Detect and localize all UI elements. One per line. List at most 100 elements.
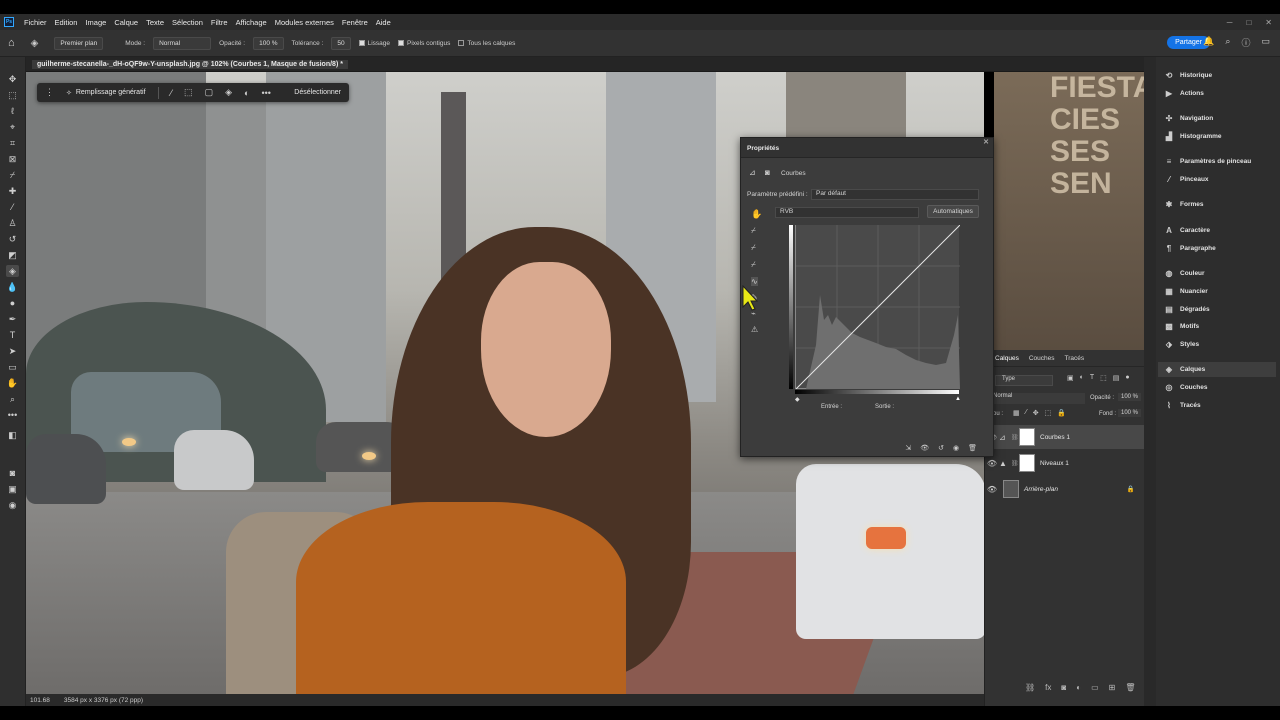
dock-formes[interactable]: ✱ Formes xyxy=(1164,200,1204,209)
black-point-eyedropper-icon[interactable]: ⌿ xyxy=(751,226,758,236)
menu-selection[interactable]: Sélection xyxy=(168,18,207,27)
drag-handle-icon[interactable]: ⋮ xyxy=(45,87,54,98)
zoom-tool-icon[interactable]: ⌕ xyxy=(6,393,19,405)
filter-adjust-icon[interactable]: ◐ xyxy=(1080,374,1084,382)
background-thumbnail[interactable] xyxy=(1003,480,1019,498)
type-tool-icon[interactable]: T xyxy=(6,329,19,341)
chain-icon[interactable]: ⛓ xyxy=(1011,434,1019,441)
fill-field[interactable]: 100 % xyxy=(1118,409,1142,417)
eraser-tool-icon[interactable]: ◩ xyxy=(6,249,19,261)
dock-parametres-pinceau[interactable]: ≡ Paramètres de pinceau xyxy=(1164,157,1252,166)
invert-icon[interactable]: ◐ xyxy=(244,88,249,98)
layer-mask-thumbnail[interactable] xyxy=(1019,454,1035,472)
help-icon[interactable]: ⓘ xyxy=(1241,36,1250,49)
view-previous-icon[interactable]: 👁 xyxy=(920,444,929,452)
visibility-icon[interactable]: ◉ xyxy=(953,444,959,452)
dock-couleur[interactable]: ◍ Couleur xyxy=(1164,269,1205,278)
channel-dropdown[interactable]: RVB xyxy=(775,207,919,218)
layer-row-background[interactable]: 👁 Arrière-plan 🔒 xyxy=(985,477,1145,501)
white-point-slider[interactable]: ▲ xyxy=(955,396,961,402)
black-point-slider[interactable]: ◆ xyxy=(795,396,800,403)
bell-icon[interactable]: 🔔 xyxy=(1203,36,1214,49)
layer-filter-dropdown[interactable]: Type xyxy=(995,375,1053,386)
ai-tool-icon[interactable]: ◉ xyxy=(6,499,19,511)
search-icon[interactable]: ⌕ xyxy=(1225,36,1230,49)
dock-navigation[interactable]: ✣ Navigation xyxy=(1164,114,1214,123)
layer-row-courbes[interactable]: 👁 ⊿ ⛓ Courbes 1 xyxy=(985,425,1145,449)
lissage-checkbox[interactable]: Lissage xyxy=(358,40,390,47)
tab-calques[interactable]: Calques xyxy=(995,355,1019,362)
history-brush-tool-icon[interactable]: ↺ xyxy=(6,233,19,245)
lock-move-icon[interactable]: ✥ xyxy=(1033,409,1039,417)
filter-toggle-icon[interactable]: ● xyxy=(1125,374,1129,382)
eyedropper-tool-icon[interactable]: ⌿ xyxy=(6,169,19,181)
curves-icon[interactable]: ⊿ xyxy=(749,168,756,177)
lock-pixels-icon[interactable]: ▦ xyxy=(1013,409,1020,417)
fill-icon[interactable]: ◈ xyxy=(225,87,232,98)
frame-tool-icon[interactable]: ⊠ xyxy=(6,153,19,165)
screen-mode-icon[interactable]: ▣ xyxy=(6,483,19,495)
path-select-tool-icon[interactable]: ➤ xyxy=(6,345,19,357)
chain-icon[interactable]: ⛓ xyxy=(1011,460,1019,467)
layer-opacity-field[interactable]: 100 % xyxy=(1118,393,1142,401)
document-dimensions[interactable]: 3584 px x 3376 px (72 ppp) xyxy=(64,697,143,704)
dodge-tool-icon[interactable]: ● xyxy=(6,297,19,309)
color-swatches-icon[interactable]: ◧ xyxy=(6,429,19,441)
clipping-warning-icon[interactable]: ⚠ xyxy=(751,325,758,334)
quick-select-tool-icon[interactable]: ⌖ xyxy=(6,121,19,133)
reset-icon[interactable]: ↺ xyxy=(938,444,944,452)
minimize-icon[interactable]: ─ xyxy=(1227,18,1233,27)
workspace-icon[interactable]: ▭ xyxy=(1261,36,1270,49)
new-layer-icon[interactable]: ⊞ xyxy=(1109,683,1116,692)
filter-pixel-icon[interactable]: ▣ xyxy=(1067,374,1074,382)
more-tools-icon[interactable]: ••• xyxy=(6,409,19,421)
zoom-level[interactable]: 101.68 xyxy=(30,697,50,704)
deselect-button[interactable]: Désélectionner xyxy=(294,89,341,96)
filter-shape-icon[interactable]: ⬚ xyxy=(1100,374,1107,382)
layer-row-niveaux[interactable]: 👁 ▲ ⛓ Niveaux 1 xyxy=(985,451,1145,475)
menu-calque[interactable]: Calque xyxy=(110,18,142,27)
lock-paint-icon[interactable]: ⁄ xyxy=(1026,409,1027,417)
layer-name[interactable]: Arrière-plan xyxy=(1024,486,1058,493)
blend-mode-dropdown[interactable]: Normal xyxy=(989,393,1085,404)
menu-modules-externes[interactable]: Modules externes xyxy=(271,18,338,27)
dock-historique[interactable]: ⟲ Historique xyxy=(1164,71,1213,80)
filter-type-icon[interactable]: T xyxy=(1090,374,1094,382)
link-layers-icon[interactable]: ⛓ xyxy=(1025,683,1035,692)
menu-fichier[interactable]: Fichier xyxy=(20,18,51,27)
mask-icon[interactable]: ▢ xyxy=(205,87,214,98)
menu-fenetre[interactable]: Fenêtre xyxy=(338,18,372,27)
shape-tool-icon[interactable]: ▭ xyxy=(6,361,19,373)
add-mask-icon[interactable]: ◙ xyxy=(1061,683,1066,692)
dock-calques[interactable]: ◈ Calques xyxy=(1158,362,1276,377)
hand-tool-icon[interactable]: ✋ xyxy=(6,377,19,389)
gray-point-eyedropper-icon[interactable]: ⌿ xyxy=(751,243,758,253)
dock-traces[interactable]: ⌇ Tracés xyxy=(1164,401,1201,410)
healing-tool-icon[interactable]: ✚ xyxy=(6,185,19,197)
menu-filtre[interactable]: Filtre xyxy=(207,18,232,27)
filter-smart-icon[interactable]: ▤ xyxy=(1113,374,1120,382)
auto-button[interactable]: Automatiques xyxy=(927,205,979,218)
quick-mask-icon[interactable]: ◙ xyxy=(6,467,19,479)
dock-pinceaux[interactable]: ⁄ Pinceaux xyxy=(1164,175,1208,184)
generative-fill-button[interactable]: ✧ Remplissage génératif xyxy=(66,89,146,97)
maximize-icon[interactable]: □ xyxy=(1246,18,1251,27)
dock-motifs[interactable]: ▩ Motifs xyxy=(1164,322,1199,331)
brush-mask-icon[interactable]: ⁄ xyxy=(171,88,173,98)
dock-nuancier[interactable]: ▦ Nuancier xyxy=(1164,287,1208,296)
mask-tab-icon[interactable]: ◙ xyxy=(765,168,770,177)
preset-dropdown[interactable]: Par défaut xyxy=(811,189,979,200)
photoshop-logo-icon[interactable]: Ps xyxy=(4,17,14,27)
eye-icon[interactable]: 👁 xyxy=(985,485,999,494)
stamp-tool-icon[interactable]: ♙ xyxy=(6,217,19,229)
marquee-tool-icon[interactable]: ⬚ xyxy=(6,89,19,101)
adjustment-layer-icon[interactable]: ◐ xyxy=(1076,683,1081,692)
dock-caractere[interactable]: A Caractère xyxy=(1164,226,1210,235)
delete-adjustment-icon[interactable]: 🗑 xyxy=(968,444,977,452)
opacity-field[interactable]: 100 % xyxy=(253,36,284,50)
menu-aide[interactable]: Aide xyxy=(372,18,395,27)
home-icon[interactable]: ⌂ xyxy=(8,37,15,49)
tab-couches[interactable]: Couches xyxy=(1029,355,1055,362)
tous-calques-checkbox[interactable]: Tous les calques xyxy=(458,40,515,47)
properties-close-icon[interactable]: ✕ xyxy=(983,138,989,146)
